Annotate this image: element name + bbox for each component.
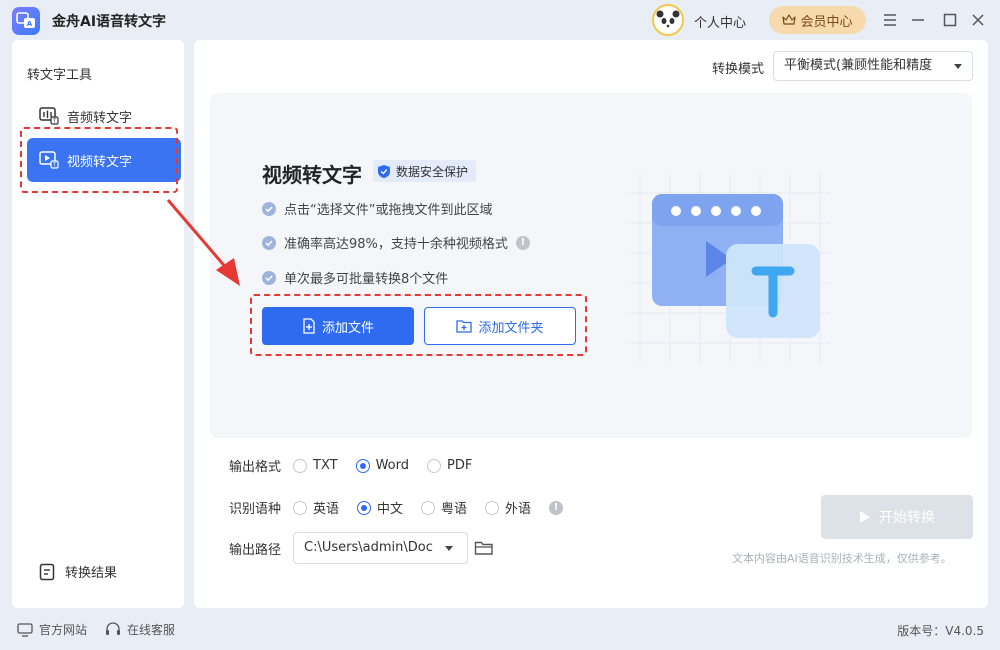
disclaimer-text: 文本内容由AI语音识别技术生成，仅供参考。 <box>732 550 952 566</box>
chevron-down-icon <box>954 64 962 69</box>
feature-item: 单次最多可批量转换8个文件 <box>262 268 448 287</box>
mode-select-value: 平衡模式(兼顾性能和精度 <box>784 58 932 73</box>
svg-text:T: T <box>52 119 57 125</box>
menu-icon[interactable] <box>881 11 899 29</box>
start-conversion-button[interactable]: 开始转换 <box>821 495 973 539</box>
feature-text: 单次最多可批量转换8个文件 <box>284 268 448 287</box>
mode-select[interactable]: 平衡模式(兼顾性能和精度 <box>773 51 973 81</box>
version-text: 版本号：V4.0.5 <box>897 622 984 639</box>
info-icon[interactable]: ! <box>516 236 530 250</box>
app-logo-icon: A <box>12 7 40 35</box>
maximize-icon[interactable] <box>941 11 959 29</box>
chevron-down-icon <box>445 546 453 551</box>
vip-center-label: 会员中心 <box>800 11 852 30</box>
document-icon <box>39 563 55 581</box>
sidebar-section-title: 转文字工具 <box>27 64 92 83</box>
user-avatar[interactable] <box>652 4 684 36</box>
format-option-pdf[interactable]: PDF <box>427 458 472 473</box>
minimize-icon[interactable] <box>909 11 927 29</box>
check-icon <box>262 271 276 285</box>
feature-item: 点击“选择文件”或拖拽文件到此区域 <box>262 199 492 218</box>
app-title: 金舟AI语音转文字 <box>52 11 166 31</box>
output-format-label: 输出格式 <box>229 456 293 475</box>
shield-icon <box>377 164 391 179</box>
video-to-text-illustration <box>630 153 830 373</box>
output-path-row: 输出路径 C:\Users\admin\Doc <box>229 532 494 564</box>
play-icon <box>859 510 871 524</box>
folder-browse-icon[interactable] <box>474 540 494 556</box>
crown-icon <box>782 14 796 26</box>
feature-item: 准确率高达98%，支持十余种视频格式 ! <box>262 233 530 252</box>
mode-label: 转换模式 <box>712 58 764 77</box>
output-format-row: 输出格式 TXT Word PDF <box>229 456 490 475</box>
official-website-label: 官方网站 <box>39 621 87 638</box>
drop-title: 视频转文字 <box>262 159 362 188</box>
sidebar-item-conversion-results[interactable]: 转换结果 <box>39 562 117 581</box>
title-bar: A 金舟AI语音转文字 个人中心 会员中心 <box>0 0 1000 40</box>
online-support-label: 在线客服 <box>127 621 175 638</box>
security-badge: 数据安全保护 <box>373 160 476 182</box>
language-option-english[interactable]: 英语 <box>293 498 339 517</box>
svg-text:A: A <box>27 20 33 28</box>
close-icon[interactable] <box>969 11 987 29</box>
personal-center-link[interactable]: 个人中心 <box>694 12 746 31</box>
official-website-link[interactable]: 官方网站 <box>17 621 87 638</box>
sidebar: 转文字工具 T 音频转文字 T 视频转文字 转换结果 <box>12 40 184 608</box>
language-option-cantonese[interactable]: 粤语 <box>421 498 467 517</box>
output-path-label: 输出路径 <box>229 539 293 558</box>
highlight-add-buttons <box>250 294 587 356</box>
monitor-icon <box>17 623 33 637</box>
vip-center-button[interactable]: 会员中心 <box>769 6 866 34</box>
feature-text: 准确率高达98%，支持十余种视频格式 <box>284 233 508 252</box>
sidebar-result-label: 转换结果 <box>65 562 117 581</box>
headset-icon <box>105 622 121 637</box>
start-conversion-label: 开始转换 <box>879 507 935 527</box>
check-icon <box>262 202 276 216</box>
language-row: 识别语种 英语 中文 粤语 外语 ! <box>229 498 563 517</box>
format-option-word[interactable]: Word <box>356 458 409 473</box>
check-icon <box>262 236 276 250</box>
format-option-txt[interactable]: TXT <box>293 458 338 473</box>
output-path-select[interactable]: C:\Users\admin\Doc <box>293 532 468 564</box>
language-label: 识别语种 <box>229 498 293 517</box>
audio-text-icon: T <box>39 107 59 125</box>
sidebar-item-label: 音频转文字 <box>67 107 132 126</box>
info-icon[interactable]: ! <box>549 501 563 515</box>
highlight-sidebar-video <box>20 127 178 193</box>
security-badge-label: 数据安全保护 <box>396 163 468 180</box>
feature-text: 点击“选择文件”或拖拽文件到此区域 <box>284 199 492 218</box>
online-support-link[interactable]: 在线客服 <box>105 621 175 638</box>
language-option-foreign[interactable]: 外语 <box>485 498 531 517</box>
annotation-arrow-icon <box>160 190 250 290</box>
file-drop-zone[interactable]: 视频转文字 数据安全保护 点击“选择文件”或拖拽文件到此区域 准确率高达98%，… <box>210 93 972 438</box>
output-path-value: C:\Users\admin\Doc <box>304 540 433 555</box>
language-option-chinese[interactable]: 中文 <box>357 498 403 517</box>
